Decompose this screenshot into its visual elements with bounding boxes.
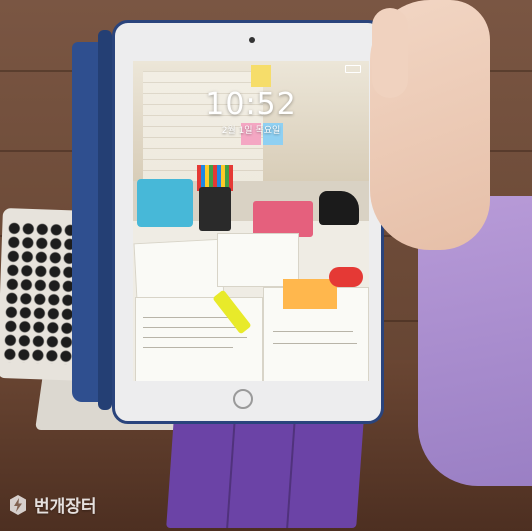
pink-box [253,201,313,237]
photo-scene: 10:52 2월 1일 목요일 번개장터 [0,0,532,531]
stapler [319,191,359,225]
pen-cup [199,187,231,231]
home-button[interactable] [233,389,253,409]
front-camera [249,37,255,43]
tablet-device: 10:52 2월 1일 목요일 [112,20,384,424]
pencil-holder [98,30,112,410]
red-eraser [329,267,363,287]
bolt-icon [10,494,26,515]
battery-icon [345,65,361,73]
orange-sticky-note [283,279,337,309]
lock-screen-date: 2월 1일 목요일 [221,126,281,136]
thumb [372,8,408,98]
lock-screen: 10:52 2월 1일 목요일 [133,61,369,381]
watermark: 번개장터 [8,492,97,517]
blue-basket [137,179,193,227]
lock-screen-time: 10:52 [205,87,297,122]
watermark-text: 번개장터 [34,497,97,517]
purple-folio-case [166,418,364,528]
